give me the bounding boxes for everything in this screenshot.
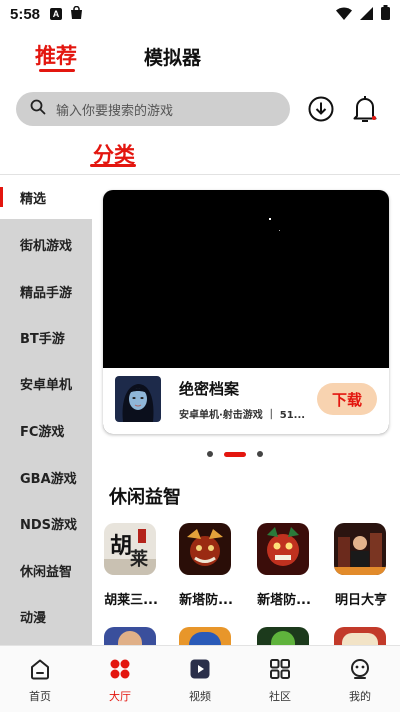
tab-active-underline: [39, 69, 75, 72]
sidebar-item-casual[interactable]: 休闲益智: [0, 548, 92, 592]
game-icon-partial[interactable]: [257, 627, 309, 645]
video-icon: [189, 658, 211, 684]
bell-icon[interactable]: [350, 94, 380, 124]
svg-text:胡: 胡: [110, 533, 132, 559]
game-card[interactable]: 明日大亨: [331, 523, 391, 608]
game-name: 新塔防...: [179, 593, 233, 608]
nav-profile[interactable]: 我的: [320, 646, 400, 713]
svg-text:莱: 莱: [130, 548, 148, 570]
download-button[interactable]: 下载: [317, 383, 377, 415]
nav-label: 大厅: [109, 690, 131, 703]
bag-icon: [70, 5, 83, 24]
battery-icon: [381, 4, 390, 24]
nav-community[interactable]: 社区: [240, 646, 320, 713]
banner-game-subtitle: 安卓单机·射击游戏 ｜ 51...: [179, 410, 306, 421]
banner-info: 绝密档案 安卓单机·射击游戏 ｜ 51... 下载: [103, 368, 389, 434]
community-icon: [269, 658, 291, 684]
sidebar-item-android[interactable]: 安卓单机: [0, 361, 92, 405]
sidebar-item-nds[interactable]: NDS游戏: [0, 501, 92, 545]
game-card[interactable]: 新塔防...: [176, 523, 236, 608]
carousel-dot[interactable]: [207, 451, 213, 457]
sidebar-item-gba[interactable]: GBA游戏: [0, 455, 92, 499]
tab-emulator[interactable]: 模拟器: [144, 43, 201, 70]
carousel-indicator: [0, 450, 400, 458]
nav-label: 社区: [269, 690, 291, 703]
game-icon-partial[interactable]: [104, 627, 156, 645]
banner-game-thumbnail[interactable]: [115, 376, 161, 422]
game-icon: [257, 523, 309, 575]
status-time: 5:58: [10, 5, 41, 23]
status-bar: 5:58 A: [0, 0, 400, 28]
download-icon[interactable]: [306, 94, 336, 124]
nav-lobby[interactable]: 大厅: [80, 646, 160, 713]
game-icon-partial[interactable]: [179, 627, 231, 645]
sidebar-item-fc[interactable]: FC游戏: [0, 408, 92, 452]
carousel-dot-active[interactable]: [224, 451, 246, 457]
notification-a-icon: A: [50, 8, 63, 20]
banner-image: [269, 218, 271, 220]
game-icon-partial[interactable]: [334, 627, 386, 645]
profile-icon: [349, 658, 371, 684]
bottom-nav: 首页 大厅 视频 社区 我的: [0, 645, 400, 712]
nav-video[interactable]: 视频: [160, 646, 240, 713]
sidebar-item-arcade[interactable]: 街机游戏: [0, 222, 92, 266]
lobby-icon: [109, 658, 131, 684]
top-tabs: 推荐 模拟器: [0, 34, 400, 78]
sidebar-item-featured[interactable]: 精选: [0, 175, 92, 219]
banner-image-detail: [279, 230, 280, 231]
search-row: 输入你要搜索的游戏: [0, 90, 400, 128]
sidebar-item-bt[interactable]: BT手游: [0, 315, 92, 359]
game-name: 明日大亨: [334, 593, 387, 608]
wifi-icon: [336, 5, 352, 24]
game-icon: [334, 523, 386, 575]
game-card[interactable]: 新塔防...: [254, 523, 314, 608]
featured-banner[interactable]: 绝密档案 安卓单机·射击游戏 ｜ 51... 下载: [103, 190, 389, 434]
search-input[interactable]: 输入你要搜索的游戏: [16, 92, 290, 126]
home-icon: [29, 658, 51, 684]
nav-label: 首页: [29, 690, 51, 703]
tab-recommend[interactable]: 推荐: [35, 40, 77, 70]
game-icon: [179, 523, 231, 575]
carousel-dot[interactable]: [257, 451, 263, 457]
game-name: 胡莱三...: [104, 593, 158, 608]
section-title-underline: [90, 164, 136, 167]
sidebar-item-mobile[interactable]: 精品手游: [0, 269, 92, 313]
game-icon: 胡 莱: [104, 523, 156, 575]
game-name: 新塔防...: [257, 593, 311, 608]
search-placeholder: 输入你要搜索的游戏: [56, 103, 174, 119]
signal-icon: [360, 5, 373, 24]
banner-game-title: 绝密档案: [179, 380, 240, 398]
sidebar-item-anime[interactable]: 动漫: [0, 594, 92, 638]
category-heading: 休闲益智: [109, 487, 181, 508]
category-sidebar: 精选 街机游戏 精品手游 BT手游 安卓单机 FC游戏 GBA游戏 NDS游戏 …: [0, 175, 92, 645]
nav-home[interactable]: 首页: [0, 646, 80, 713]
nav-label: 视频: [189, 690, 211, 703]
nav-label: 我的: [349, 690, 371, 703]
search-icon: [30, 99, 46, 119]
game-card[interactable]: 胡 莱 胡莱三...: [101, 523, 161, 608]
